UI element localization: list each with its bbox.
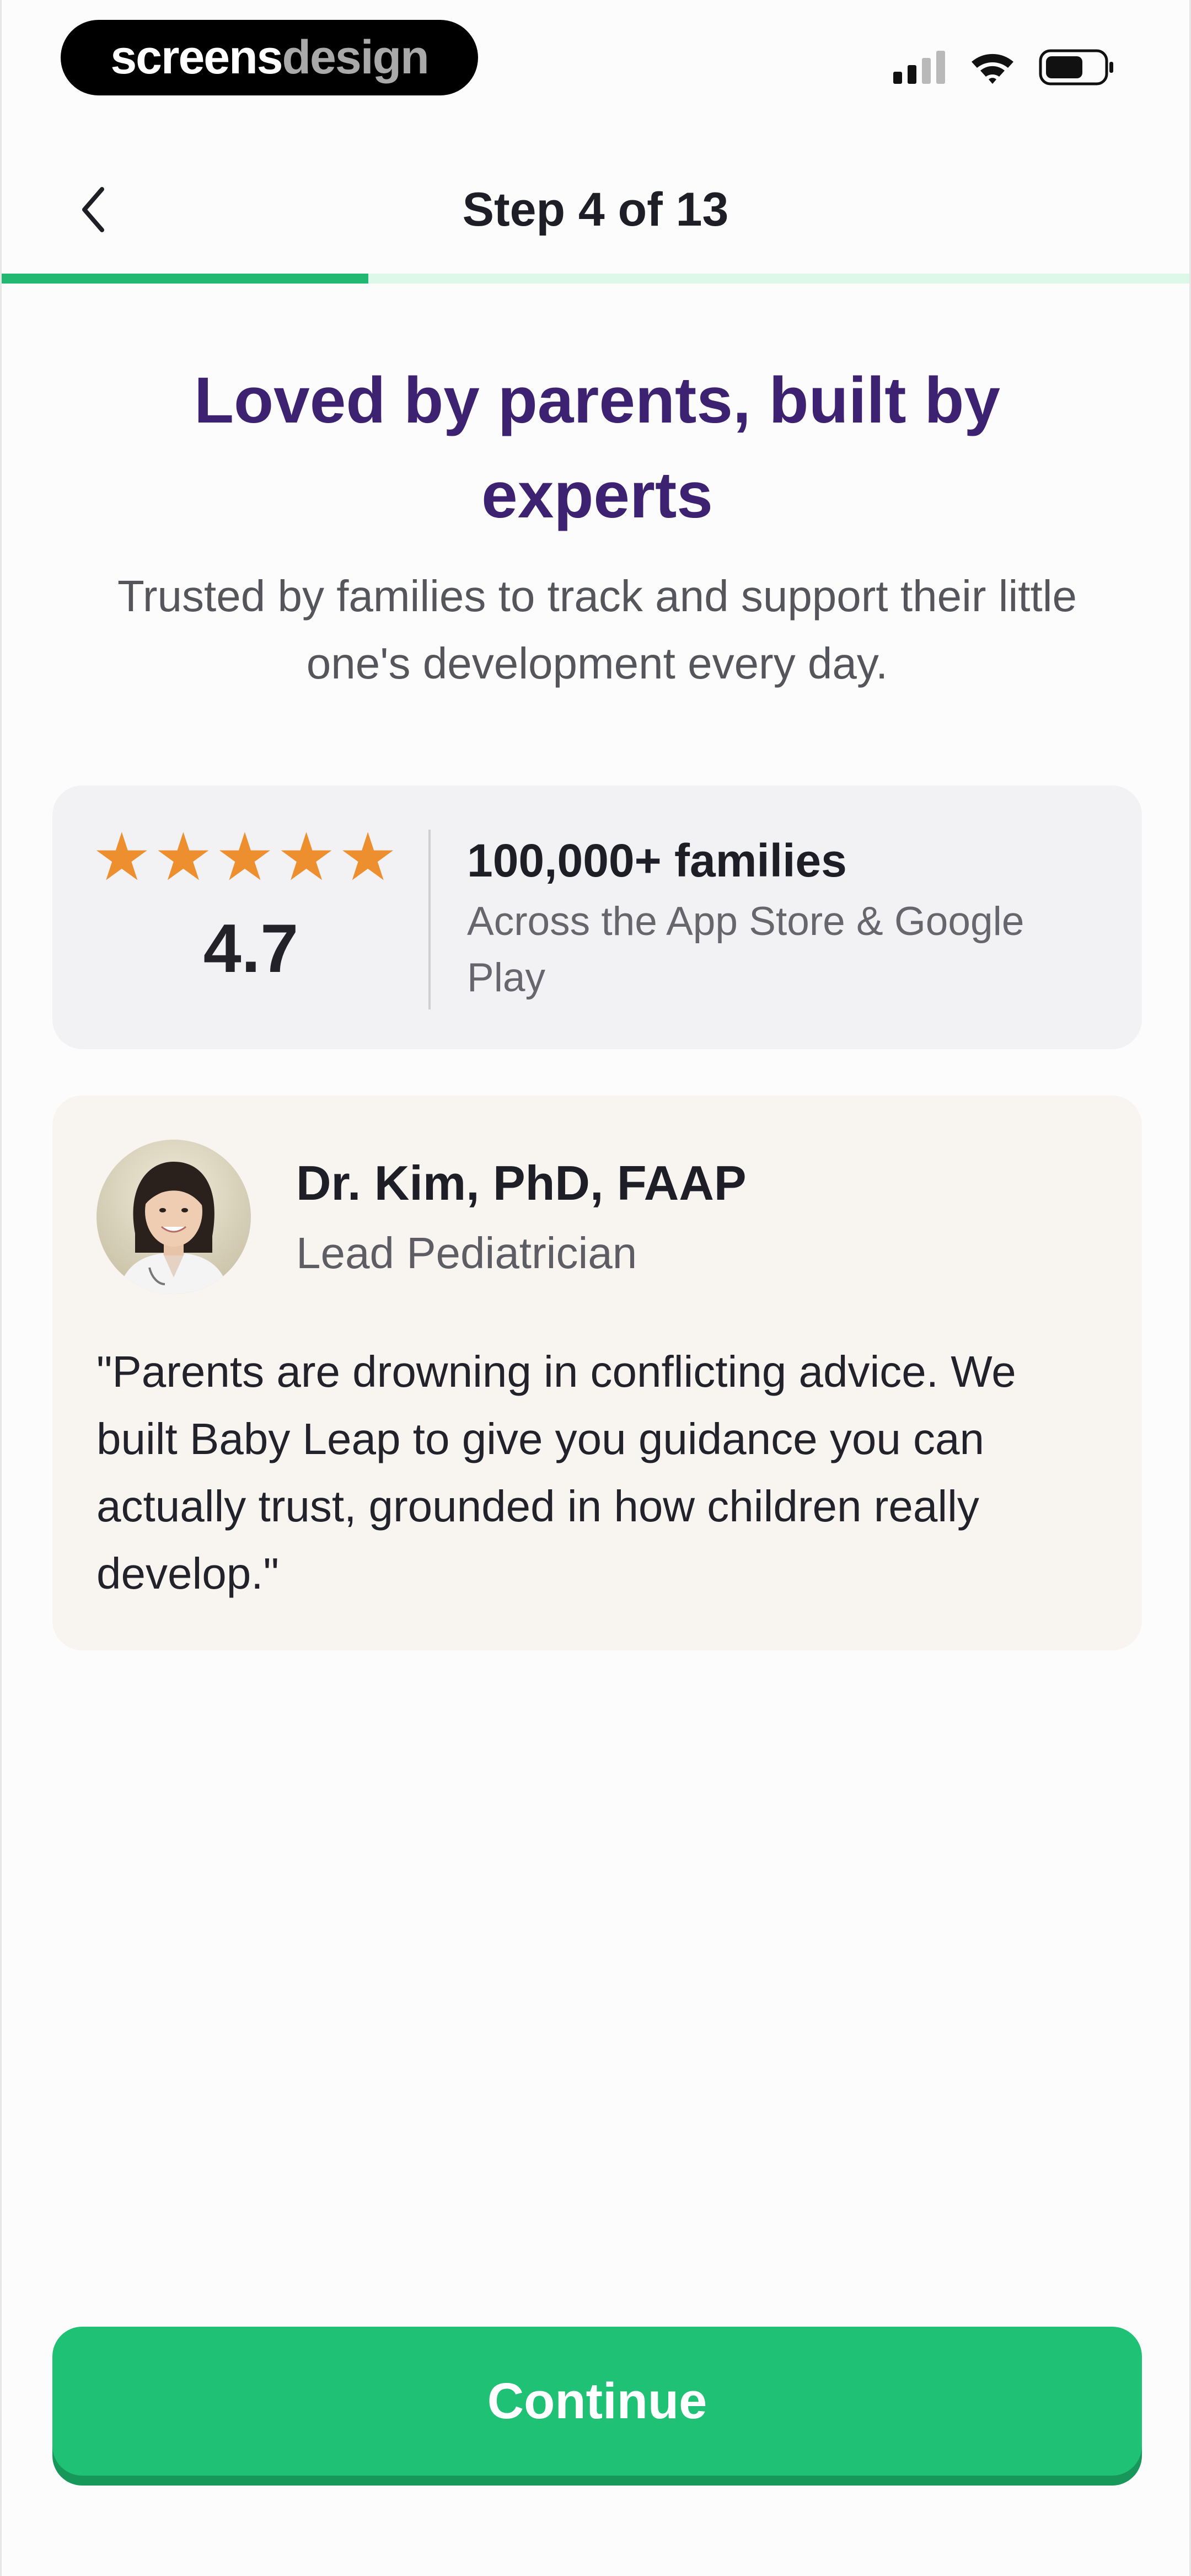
star-icon: ★ — [338, 820, 398, 894]
rating-value: 4.7 — [203, 911, 299, 987]
doctor-portrait-image — [96, 1140, 251, 1294]
wifi-icon — [972, 54, 1013, 84]
star-icon: ★ — [215, 820, 275, 894]
testimonial-quote: "Parents are drowning in conflicting adv… — [96, 1347, 1016, 1598]
avatar — [96, 1140, 251, 1294]
cellular-signal-icon — [893, 51, 945, 84]
onboarding-screen: screens design Step 4 of 13 Loved by pare… — [0, 0, 1191, 2576]
progress-bar — [2, 274, 1189, 284]
doctor-role: Lead Pediatrician — [296, 1228, 637, 1278]
families-source: Across the App Store & Google Play — [467, 899, 1024, 1000]
brand-part-design: design — [282, 31, 430, 84]
battery-icon — [1039, 49, 1113, 85]
status-bar-icons — [893, 47, 1115, 87]
progress-bar-fill — [2, 274, 368, 284]
step-indicator: Step 4 of 13 — [462, 183, 729, 236]
brand-part-screens: screens — [110, 31, 283, 84]
star-icon: ★ — [276, 820, 336, 894]
page-subtitle: Trusted by families to track and support… — [117, 571, 1077, 688]
divider — [428, 830, 431, 1009]
rating-card: ★ ★ ★ ★ ★ 4.7 100,000+ families Across the A… — [52, 785, 1142, 1049]
star-rating: ★ ★ ★ ★ ★ — [92, 824, 398, 890]
continue-button[interactable]: Continue — [52, 2327, 1142, 2476]
page-title: Loved by parents, built by experts — [194, 364, 1001, 532]
star-icon: ★ — [153, 820, 213, 894]
brand-watermark: screens design — [61, 20, 478, 95]
doctor-name: Dr. Kim, PhD, FAAP — [296, 1156, 747, 1210]
testimonial-card: Dr. Kim, PhD, FAAP Lead Pediatrician "Pa… — [52, 1095, 1142, 1650]
families-count: 100,000+ families — [467, 835, 847, 886]
star-icon: ★ — [92, 820, 152, 894]
